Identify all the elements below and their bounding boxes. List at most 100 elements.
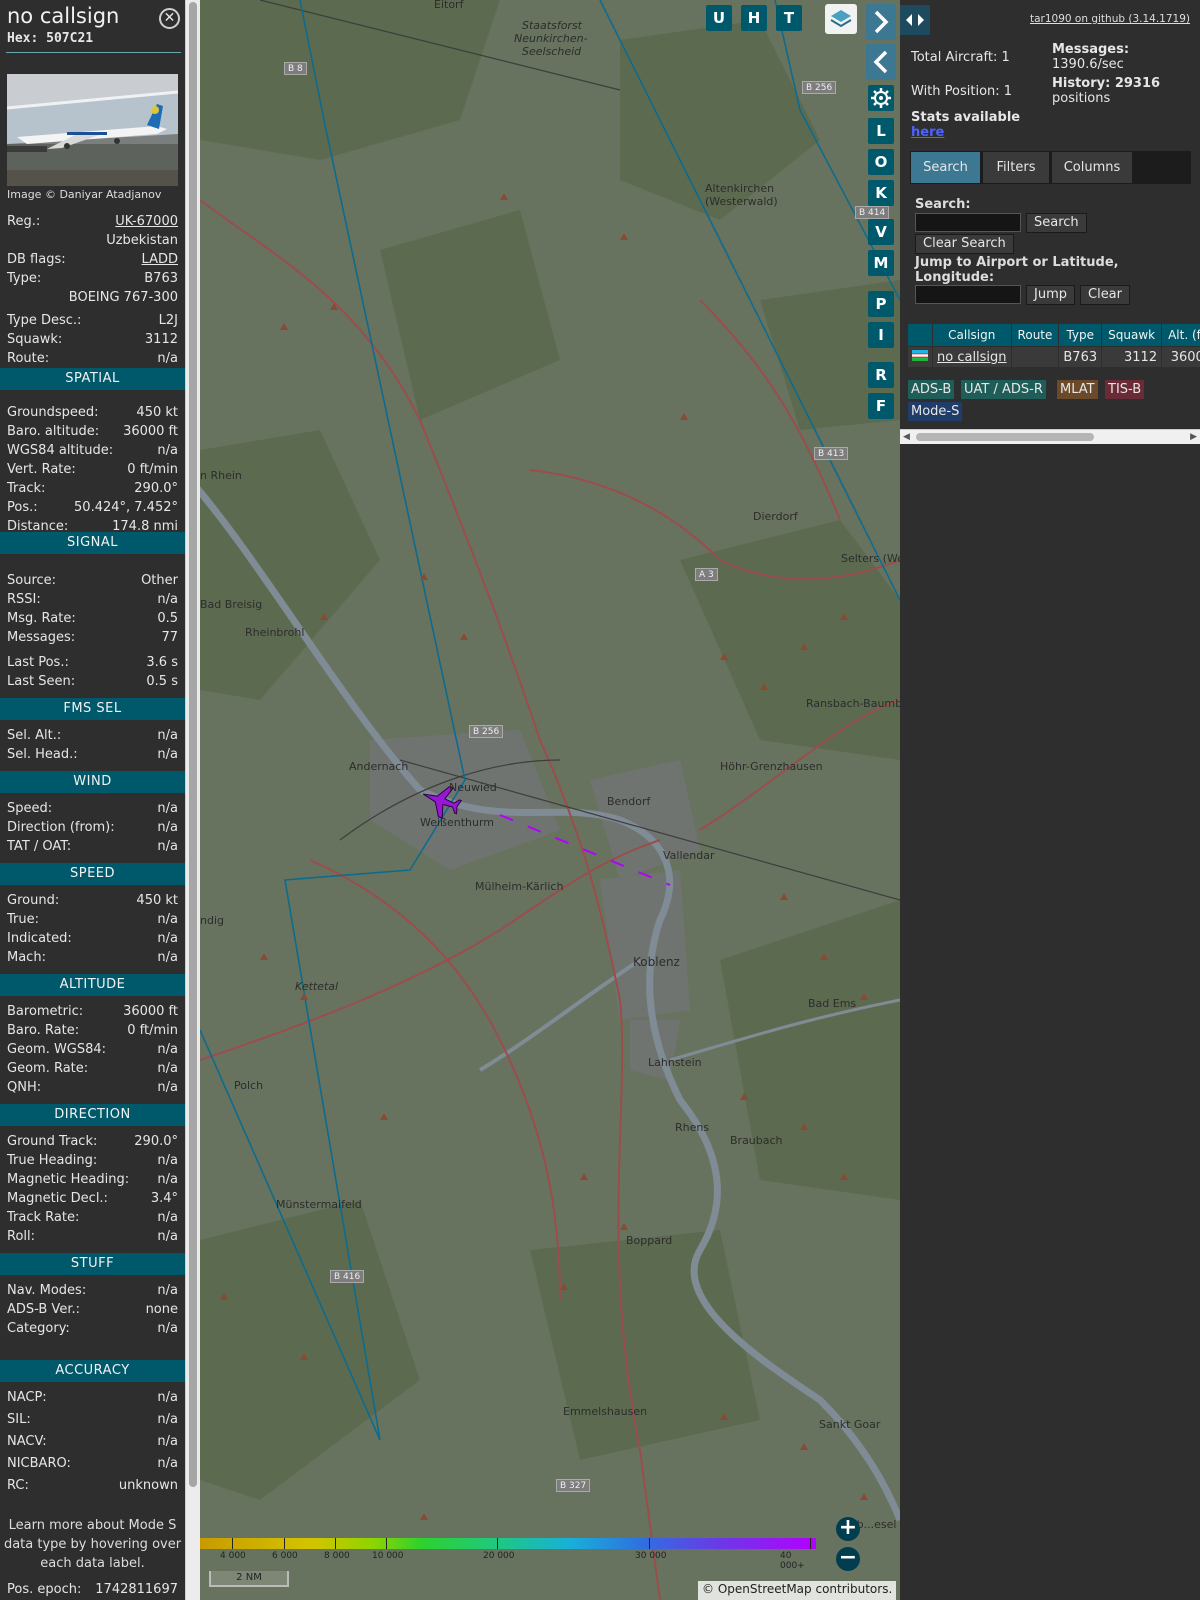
direction-value: 290.0° <box>134 1134 178 1149</box>
fms-row: Sel. Head.: n/a <box>7 746 178 764</box>
toggle-m-button[interactable]: M <box>868 250 894 276</box>
wind-row: TAT / OAT: n/a <box>7 838 178 856</box>
toggle-v-button[interactable]: V <box>868 219 894 245</box>
col-callsign[interactable]: Callsign <box>932 323 1012 347</box>
col-flag[interactable] <box>907 323 933 347</box>
accuracy-row: NICBARO: n/a <box>7 1455 178 1473</box>
accuracy-label: RC: <box>7 1478 29 1493</box>
spatial-row: Pos.: 50.424°, 7.452° <box>7 499 178 517</box>
clear-jump-button[interactable]: Clear <box>1080 285 1130 305</box>
aircraft-photo[interactable] <box>7 74 178 186</box>
signal-row: Msg. Rate: 0.5 <box>7 610 178 628</box>
place-label: Sankt Goar <box>819 1418 881 1431</box>
altitude-label: Geom. Rate: <box>7 1061 89 1076</box>
col-type[interactable]: Type <box>1058 323 1103 347</box>
aircraft-list-sidebar: tar1090 on github (3.14.1719) Total Airc… <box>900 0 1200 1600</box>
col-squawk[interactable]: Squawk <box>1101 323 1163 347</box>
search-label: Search: <box>915 197 971 212</box>
spatial-value: 50.424°, 7.452° <box>74 500 178 515</box>
fms-row: Sel. Alt.: n/a <box>7 727 178 745</box>
place-label: Selters (We <box>841 552 900 565</box>
zoom-in-icon[interactable]: + <box>836 1517 860 1541</box>
direction-row: Roll: n/a <box>7 1228 178 1246</box>
map-view[interactable]: Eitorf Staatsforst Neunkirchen- Seelsche… <box>200 0 900 1600</box>
tab-search[interactable]: Search <box>911 152 980 183</box>
toggle-f-button[interactable]: F <box>868 393 894 419</box>
direction-row: Track Rate: n/a <box>7 1209 178 1227</box>
toggle-l-button[interactable]: L <box>868 118 894 144</box>
direction-label: True Heading: <box>7 1153 98 1168</box>
section-direction: DIRECTION <box>0 1104 185 1126</box>
direction-row: True Heading: n/a <box>7 1152 178 1170</box>
expand-sidebar-icon[interactable] <box>900 5 930 35</box>
place-label: Rhens <box>675 1121 710 1134</box>
general-label: Reg.: <box>7 214 41 229</box>
place-label: Höhr-Grenzhausen <box>720 760 823 773</box>
jump-input[interactable] <box>915 285 1021 304</box>
signal-value: 0.5 s <box>146 674 178 689</box>
direction-label: Track Rate: <box>7 1210 80 1225</box>
row-type: B763 <box>1058 346 1103 368</box>
photo-credit: Image © Daniyar Atadjanov <box>7 188 162 201</box>
flag-icon <box>907 346 933 368</box>
stats-here-link[interactable]: here <box>911 125 944 140</box>
jump-button[interactable]: Jump <box>1026 285 1075 305</box>
clear-search-button[interactable]: Clear Search <box>915 234 1014 254</box>
tab-filters[interactable]: Filters <box>983 152 1049 183</box>
chevron-left-icon[interactable] <box>866 44 896 80</box>
signal-row: Messages: 77 <box>7 629 178 647</box>
toggle-r-button[interactable]: R <box>868 362 894 388</box>
jump-label: Jump to Airport or Latitude, Longitude: <box>915 255 1119 285</box>
fms-label: Sel. Alt.: <box>7 728 62 743</box>
toggle-i-button[interactable]: I <box>868 322 894 348</box>
col-altitude[interactable]: Alt. (ft) <box>1161 323 1200 347</box>
accuracy-row: SIL: n/a <box>7 1411 178 1429</box>
toggle-t-button[interactable]: T <box>776 5 802 31</box>
map-base-layer <box>200 0 900 1600</box>
row-squawk: 3112 <box>1101 346 1163 368</box>
speed-row: Indicated: n/a <box>7 930 178 948</box>
speed-value: n/a <box>157 931 178 946</box>
messages-value: 1390.6/sec <box>1052 57 1124 72</box>
spatial-value: 450 kt <box>136 405 178 420</box>
place-label: Münstermaifeld <box>276 1198 362 1211</box>
stats-available-text: Stats available <box>911 110 1021 125</box>
place-label: Braubach <box>730 1134 783 1147</box>
legend-uat: UAT / ADS-R <box>961 380 1046 399</box>
chevron-right-icon[interactable] <box>866 4 896 40</box>
toggle-u-button[interactable]: U <box>706 5 732 31</box>
col-route[interactable]: Route <box>1010 323 1060 347</box>
map-attribution[interactable]: © OpenStreetMap contributors. <box>698 1581 897 1600</box>
table-horizontal-scrollbar[interactable]: ◀ ▶ <box>900 429 1200 444</box>
search-button[interactable]: Search <box>1026 213 1087 233</box>
accuracy-row: NACP: n/a <box>7 1389 178 1407</box>
general-value[interactable]: LADD <box>142 251 178 269</box>
toggle-k-button[interactable]: K <box>868 180 894 206</box>
table-row[interactable]: no callsign B763 3112 36000 <box>907 346 1200 368</box>
place-label: Neuwied <box>449 781 497 794</box>
layers-icon[interactable] <box>825 4 857 34</box>
altitude-value: n/a <box>157 1080 178 1095</box>
place-label: Seelscheid <box>522 45 582 58</box>
search-input[interactable] <box>915 213 1021 232</box>
github-link[interactable]: tar1090 on github (3.14.1719) <box>1030 13 1190 25</box>
toggle-o-button[interactable]: O <box>868 149 894 175</box>
altitude-row: Barometric: 36000 ft <box>7 1003 178 1021</box>
toggle-h-button[interactable]: H <box>741 5 767 31</box>
place-label: Bendorf <box>607 795 651 808</box>
accuracy-row: RC: unknown <box>7 1477 178 1495</box>
gear-icon[interactable] <box>868 85 894 111</box>
general-value[interactable]: UK-67000 <box>115 213 178 231</box>
tab-columns[interactable]: Columns <box>1052 152 1132 183</box>
place-label: Boppard <box>626 1234 673 1247</box>
row-callsign[interactable]: no callsign <box>932 346 1012 368</box>
general-value: Uzbekistan <box>106 233 178 248</box>
toggle-p-button[interactable]: P <box>868 291 894 317</box>
info-panel-scrollbar[interactable] <box>185 0 200 1600</box>
place-label: ndig <box>200 914 224 927</box>
speed-label: Mach: <box>7 950 46 965</box>
speed-row: Mach: n/a <box>7 949 178 967</box>
zoom-out-icon[interactable]: − <box>836 1547 860 1571</box>
accuracy-row: NACV: n/a <box>7 1433 178 1451</box>
close-icon[interactable]: ✕ <box>159 8 180 29</box>
